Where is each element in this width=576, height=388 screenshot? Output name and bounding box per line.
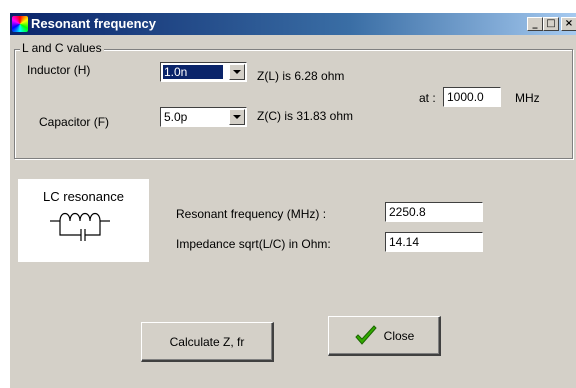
maximize-button[interactable]: □ <box>543 17 559 31</box>
chevron-down-icon[interactable] <box>229 109 245 125</box>
frequency-unit-label: MHz <box>515 91 540 105</box>
window-close-button[interactable]: × <box>561 17 576 31</box>
group-label: L and C values <box>20 41 104 55</box>
lc-circuit-icon <box>50 212 110 241</box>
lc-resonance-title: LC resonance <box>43 189 124 204</box>
checkmark-icon <box>354 324 377 345</box>
impedance-label: Impedance sqrt(L/C) in Ohm: <box>176 237 331 251</box>
inductor-value: 1.0n <box>163 65 223 79</box>
chevron-down-icon[interactable] <box>229 64 245 80</box>
calculate-button-label: Calculate Z, fr <box>169 334 245 349</box>
calculate-button[interactable]: Calculate Z, fr <box>141 322 274 362</box>
capacitor-value: 5.0p <box>164 110 188 124</box>
inductor-impedance-text: Z(L) is 6.28 ohm <box>257 69 345 83</box>
impedance-output[interactable]: 14.14 <box>385 232 483 252</box>
resonant-frequency-label: Resonant frequency (MHz) : <box>176 207 327 221</box>
frequency-at-label: at : <box>419 91 436 105</box>
title-bar[interactable]: Resonant frequency _ □ × <box>10 13 576 35</box>
frequency-input[interactable]: 1000.0 <box>443 87 501 107</box>
resonant-frequency-window: Resonant frequency _ □ × L and C values … <box>9 12 576 388</box>
window-title: Resonant frequency <box>31 16 156 31</box>
capacitor-impedance-text: Z(C) is 31.83 ohm <box>257 109 354 123</box>
inductor-combobox[interactable]: 1.0n <box>160 62 247 82</box>
close-button[interactable]: Close <box>328 316 441 356</box>
app-icon <box>12 16 28 32</box>
lc-resonance-panel: LC resonance <box>18 179 149 262</box>
close-button-label: Close <box>383 328 415 343</box>
resonant-frequency-output[interactable]: 2250.8 <box>385 202 483 222</box>
minimize-button[interactable]: _ <box>527 17 543 31</box>
capacitor-combobox[interactable]: 5.0p <box>160 107 247 127</box>
capacitor-label: Capacitor (F) <box>39 115 110 129</box>
inductor-label: Inductor (H) <box>27 63 91 77</box>
